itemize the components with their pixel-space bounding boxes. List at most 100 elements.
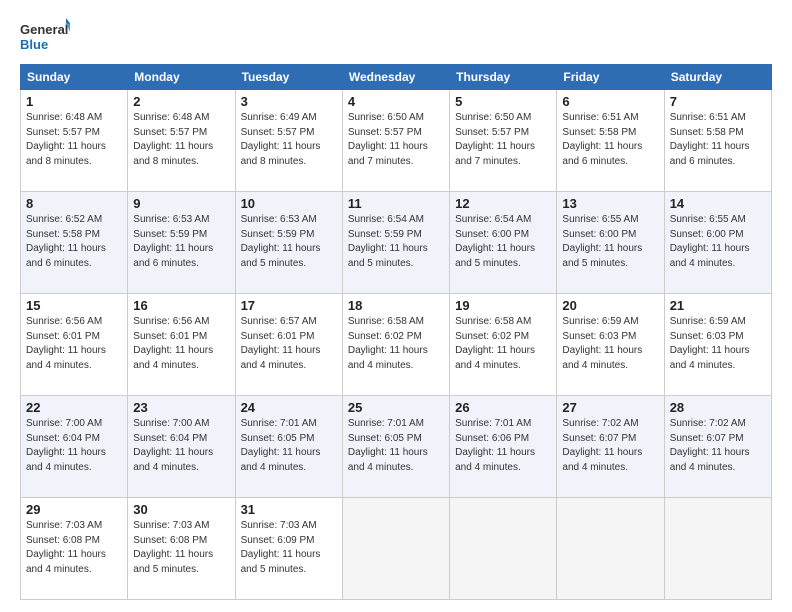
header: General Blue: [20, 16, 772, 56]
day-number: 9: [133, 196, 229, 211]
day-info: Sunrise: 7:02 AM Sunset: 6:07 PM Dayligh…: [670, 417, 766, 475]
calendar-cell: 10 Sunrise: 6:53 AM Sunset: 5:59 PM Dayl…: [235, 192, 342, 294]
day-info: Sunrise: 6:48 AM Sunset: 5:57 PM Dayligh…: [26, 111, 122, 169]
day-info: Sunrise: 6:57 AM Sunset: 6:01 PM Dayligh…: [241, 315, 337, 373]
day-number: 23: [133, 400, 229, 415]
day-number: 27: [562, 400, 658, 415]
day-number: 18: [348, 298, 444, 313]
day-number: 29: [26, 502, 122, 517]
logo-icon: General Blue: [20, 16, 70, 56]
calendar-cell: 13 Sunrise: 6:55 AM Sunset: 6:00 PM Dayl…: [557, 192, 664, 294]
day-number: 11: [348, 196, 444, 211]
day-header-tuesday: Tuesday: [235, 65, 342, 90]
calendar-cell: 18 Sunrise: 6:58 AM Sunset: 6:02 PM Dayl…: [342, 294, 449, 396]
day-header-saturday: Saturday: [664, 65, 771, 90]
calendar-cell: 28 Sunrise: 7:02 AM Sunset: 6:07 PM Dayl…: [664, 396, 771, 498]
day-info: Sunrise: 7:01 AM Sunset: 6:06 PM Dayligh…: [455, 417, 551, 475]
day-header-thursday: Thursday: [450, 65, 557, 90]
day-info: Sunrise: 6:50 AM Sunset: 5:57 PM Dayligh…: [455, 111, 551, 169]
day-number: 3: [241, 94, 337, 109]
day-info: Sunrise: 7:00 AM Sunset: 6:04 PM Dayligh…: [26, 417, 122, 475]
calendar-cell: 11 Sunrise: 6:54 AM Sunset: 5:59 PM Dayl…: [342, 192, 449, 294]
day-info: Sunrise: 7:02 AM Sunset: 6:07 PM Dayligh…: [562, 417, 658, 475]
day-info: Sunrise: 7:03 AM Sunset: 6:08 PM Dayligh…: [133, 519, 229, 577]
day-header-wednesday: Wednesday: [342, 65, 449, 90]
calendar-cell: 23 Sunrise: 7:00 AM Sunset: 6:04 PM Dayl…: [128, 396, 235, 498]
calendar-cell: 7 Sunrise: 6:51 AM Sunset: 5:58 PM Dayli…: [664, 90, 771, 192]
day-number: 26: [455, 400, 551, 415]
day-info: Sunrise: 6:50 AM Sunset: 5:57 PM Dayligh…: [348, 111, 444, 169]
day-info: Sunrise: 6:48 AM Sunset: 5:57 PM Dayligh…: [133, 111, 229, 169]
day-info: Sunrise: 6:58 AM Sunset: 6:02 PM Dayligh…: [348, 315, 444, 373]
calendar-cell: 20 Sunrise: 6:59 AM Sunset: 6:03 PM Dayl…: [557, 294, 664, 396]
day-number: 16: [133, 298, 229, 313]
day-info: Sunrise: 6:59 AM Sunset: 6:03 PM Dayligh…: [670, 315, 766, 373]
day-number: 30: [133, 502, 229, 517]
day-number: 1: [26, 94, 122, 109]
day-number: 4: [348, 94, 444, 109]
day-info: Sunrise: 7:03 AM Sunset: 6:08 PM Dayligh…: [26, 519, 122, 577]
day-number: 10: [241, 196, 337, 211]
calendar-cell: 12 Sunrise: 6:54 AM Sunset: 6:00 PM Dayl…: [450, 192, 557, 294]
calendar-cell: 6 Sunrise: 6:51 AM Sunset: 5:58 PM Dayli…: [557, 90, 664, 192]
calendar-cell: [450, 498, 557, 600]
day-number: 6: [562, 94, 658, 109]
svg-text:General: General: [20, 22, 68, 37]
day-number: 14: [670, 196, 766, 211]
day-info: Sunrise: 6:52 AM Sunset: 5:58 PM Dayligh…: [26, 213, 122, 271]
day-info: Sunrise: 6:56 AM Sunset: 6:01 PM Dayligh…: [26, 315, 122, 373]
calendar: SundayMondayTuesdayWednesdayThursdayFrid…: [20, 64, 772, 600]
calendar-cell: 24 Sunrise: 7:01 AM Sunset: 6:05 PM Dayl…: [235, 396, 342, 498]
calendar-cell: 30 Sunrise: 7:03 AM Sunset: 6:08 PM Dayl…: [128, 498, 235, 600]
day-number: 2: [133, 94, 229, 109]
calendar-cell: 31 Sunrise: 7:03 AM Sunset: 6:09 PM Dayl…: [235, 498, 342, 600]
calendar-cell: 4 Sunrise: 6:50 AM Sunset: 5:57 PM Dayli…: [342, 90, 449, 192]
calendar-cell: 21 Sunrise: 6:59 AM Sunset: 6:03 PM Dayl…: [664, 294, 771, 396]
page: General Blue SundayMondayTuesdayWednesda…: [0, 0, 792, 612]
day-info: Sunrise: 6:51 AM Sunset: 5:58 PM Dayligh…: [562, 111, 658, 169]
day-number: 12: [455, 196, 551, 211]
calendar-cell: 26 Sunrise: 7:01 AM Sunset: 6:06 PM Dayl…: [450, 396, 557, 498]
calendar-cell: 9 Sunrise: 6:53 AM Sunset: 5:59 PM Dayli…: [128, 192, 235, 294]
day-number: 13: [562, 196, 658, 211]
calendar-cell: [664, 498, 771, 600]
calendar-cell: 16 Sunrise: 6:56 AM Sunset: 6:01 PM Dayl…: [128, 294, 235, 396]
svg-text:Blue: Blue: [20, 37, 48, 52]
day-info: Sunrise: 6:56 AM Sunset: 6:01 PM Dayligh…: [133, 315, 229, 373]
day-info: Sunrise: 6:58 AM Sunset: 6:02 PM Dayligh…: [455, 315, 551, 373]
calendar-cell: 29 Sunrise: 7:03 AM Sunset: 6:08 PM Dayl…: [21, 498, 128, 600]
calendar-cell: [557, 498, 664, 600]
calendar-cell: 14 Sunrise: 6:55 AM Sunset: 6:00 PM Dayl…: [664, 192, 771, 294]
day-info: Sunrise: 6:55 AM Sunset: 6:00 PM Dayligh…: [670, 213, 766, 271]
day-info: Sunrise: 6:54 AM Sunset: 5:59 PM Dayligh…: [348, 213, 444, 271]
day-info: Sunrise: 6:59 AM Sunset: 6:03 PM Dayligh…: [562, 315, 658, 373]
day-info: Sunrise: 7:01 AM Sunset: 6:05 PM Dayligh…: [348, 417, 444, 475]
calendar-cell: 3 Sunrise: 6:49 AM Sunset: 5:57 PM Dayli…: [235, 90, 342, 192]
day-header-monday: Monday: [128, 65, 235, 90]
day-header-friday: Friday: [557, 65, 664, 90]
day-info: Sunrise: 6:53 AM Sunset: 5:59 PM Dayligh…: [241, 213, 337, 271]
day-info: Sunrise: 7:01 AM Sunset: 6:05 PM Dayligh…: [241, 417, 337, 475]
calendar-cell: 1 Sunrise: 6:48 AM Sunset: 5:57 PM Dayli…: [21, 90, 128, 192]
calendar-cell: 8 Sunrise: 6:52 AM Sunset: 5:58 PM Dayli…: [21, 192, 128, 294]
day-number: 31: [241, 502, 337, 517]
day-info: Sunrise: 7:00 AM Sunset: 6:04 PM Dayligh…: [133, 417, 229, 475]
day-number: 21: [670, 298, 766, 313]
day-info: Sunrise: 6:53 AM Sunset: 5:59 PM Dayligh…: [133, 213, 229, 271]
day-number: 25: [348, 400, 444, 415]
day-number: 22: [26, 400, 122, 415]
calendar-cell: 5 Sunrise: 6:50 AM Sunset: 5:57 PM Dayli…: [450, 90, 557, 192]
day-number: 7: [670, 94, 766, 109]
day-number: 19: [455, 298, 551, 313]
calendar-cell: 22 Sunrise: 7:00 AM Sunset: 6:04 PM Dayl…: [21, 396, 128, 498]
day-number: 15: [26, 298, 122, 313]
day-info: Sunrise: 7:03 AM Sunset: 6:09 PM Dayligh…: [241, 519, 337, 577]
day-info: Sunrise: 6:55 AM Sunset: 6:00 PM Dayligh…: [562, 213, 658, 271]
calendar-cell: 2 Sunrise: 6:48 AM Sunset: 5:57 PM Dayli…: [128, 90, 235, 192]
logo: General Blue: [20, 16, 70, 56]
day-info: Sunrise: 6:49 AM Sunset: 5:57 PM Dayligh…: [241, 111, 337, 169]
calendar-cell: 19 Sunrise: 6:58 AM Sunset: 6:02 PM Dayl…: [450, 294, 557, 396]
day-number: 20: [562, 298, 658, 313]
day-number: 5: [455, 94, 551, 109]
day-number: 24: [241, 400, 337, 415]
